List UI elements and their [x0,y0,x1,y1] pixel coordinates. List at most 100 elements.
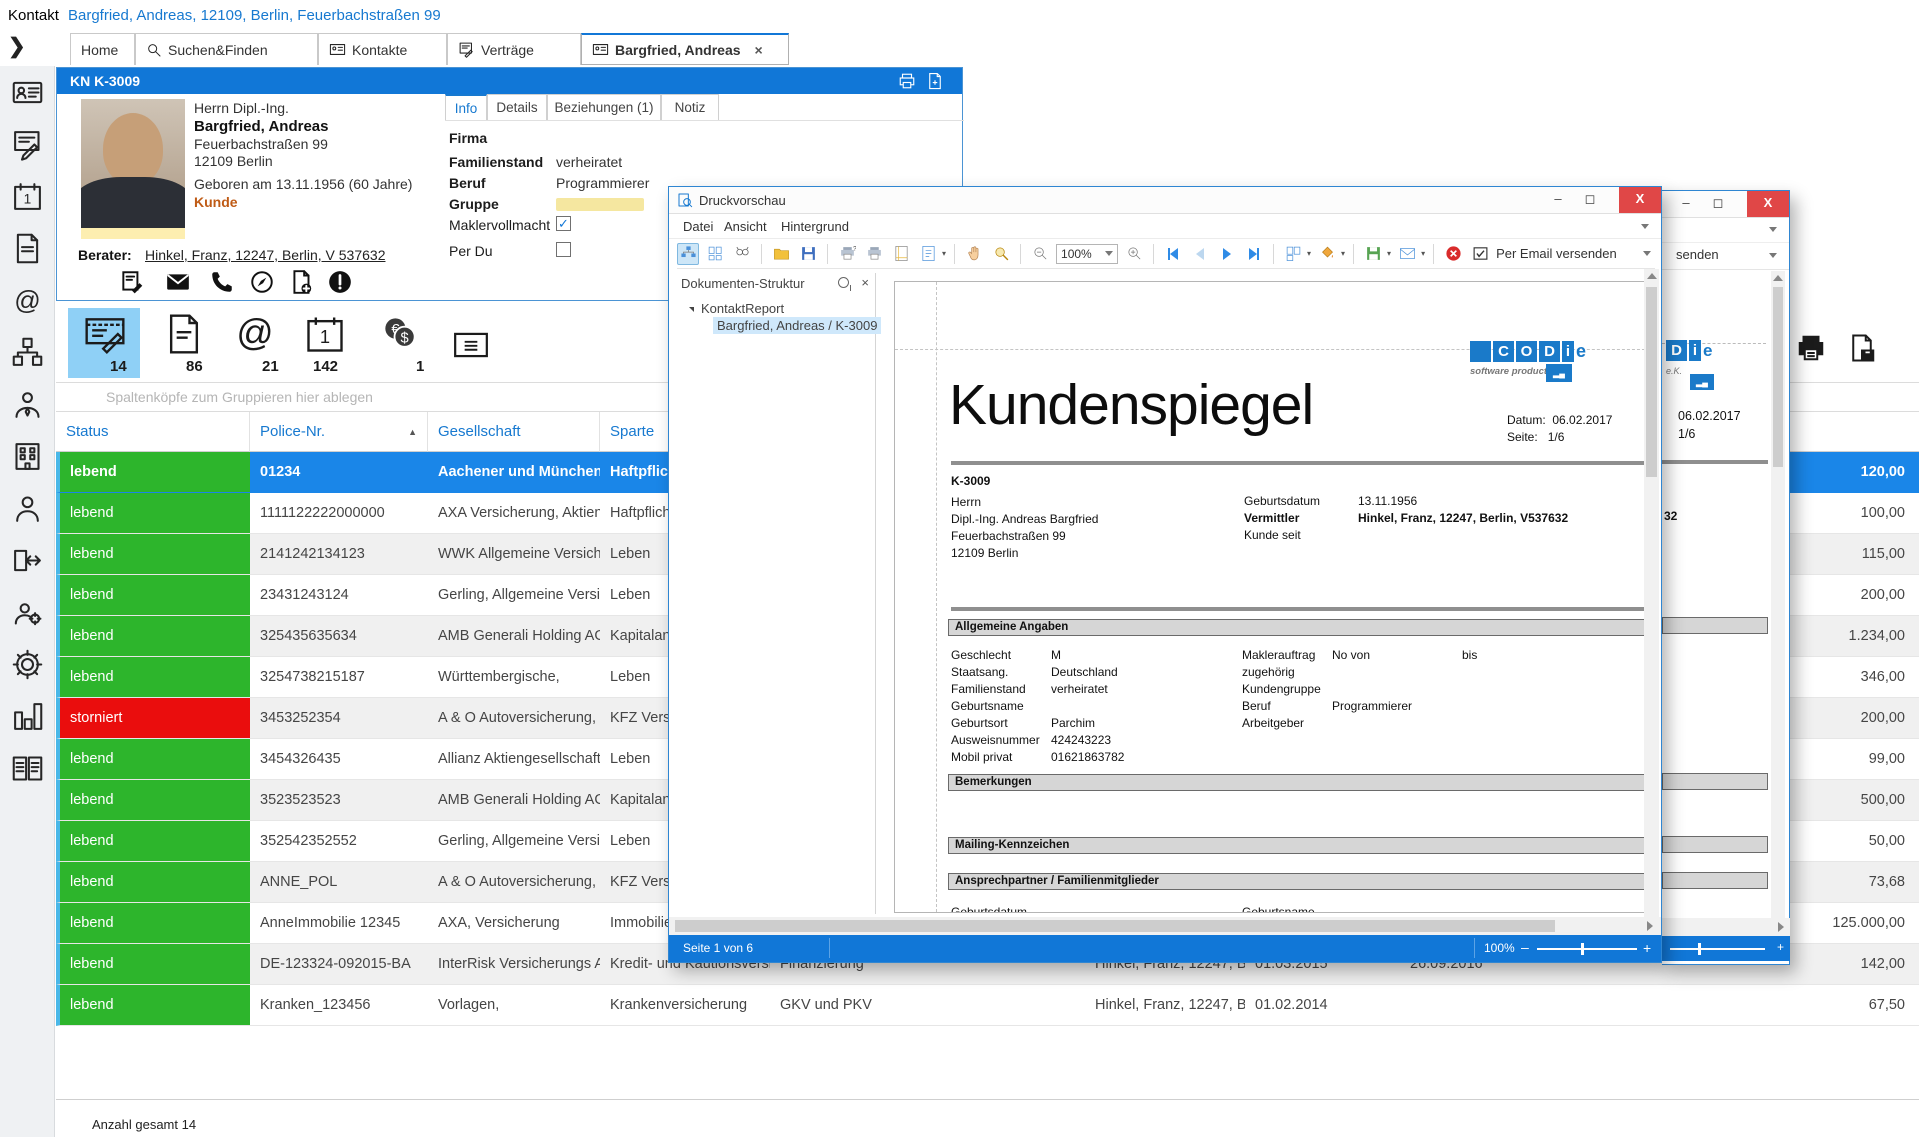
perdu-checkbox[interactable] [556,242,571,257]
dokumente-icon[interactable] [162,312,206,356]
next-page-button[interactable] [1216,243,1238,265]
cell-gesellschaft[interactable]: Gerling, Allgemeine Versich... [428,575,600,616]
column-header-gesellschaft[interactable]: Gesellschaft [428,412,600,452]
previous-page-button[interactable] [1189,243,1211,265]
background-color-button[interactable] [1316,243,1338,265]
send-email-button[interactable] [1396,243,1418,265]
edit-contract-icon[interactable] [119,269,145,295]
cell-gesellschaft[interactable]: Württembergische, [428,657,600,698]
maximize-icon[interactable]: ◻ [1575,187,1605,213]
maximize-icon[interactable]: ◻ [1703,191,1733,217]
zoom-level-combobox[interactable]: 100% [1056,243,1119,264]
menu-datei[interactable]: Datei [683,219,713,234]
cell-police-nr[interactable]: Kranken_123456 [250,985,428,1026]
sidebar-item-kontakt[interactable] [0,66,55,118]
tab-close-icon[interactable]: × [755,42,763,58]
cell-status[interactable]: lebend [56,575,250,616]
close-preview-button[interactable] [1442,243,1464,265]
cell-gesellschaft[interactable]: Vorlagen, [428,985,600,1026]
berater-link[interactable]: Hinkel, Franz, 12247, Berlin, V 537632 [145,247,385,263]
cell-police-nr[interactable]: 3523523523 [250,780,428,821]
hand-tool-button[interactable] [963,243,985,265]
contact-tab-details[interactable]: Details [487,94,547,121]
email-icon[interactable] [165,269,191,295]
cell-status[interactable]: lebend [56,903,250,944]
table-row[interactable]: lebend Kranken_123456 Vorlagen, Krankenvers… [56,985,1919,1026]
export-list-icon[interactable] [1845,333,1879,363]
cell-gesellschaft[interactable]: AXA, Versicherung [428,903,600,944]
magnifier-button[interactable] [990,243,1012,265]
search-button[interactable] [731,243,753,265]
contact-tab-beziehungen[interactable]: Beziehungen (1) [547,94,661,121]
phone-icon[interactable] [209,269,235,295]
cell-gesellschaft[interactable]: InterRisk Versicherungs AG, [428,944,600,985]
cell-gesellschaft[interactable]: Aachener und Münchener, [428,452,600,493]
last-page-button[interactable] [1243,243,1265,265]
menu-ansicht[interactable]: Ansicht [724,219,767,234]
tree-node-selected[interactable]: Bargfried, Andreas / K-3009 [713,317,882,334]
cell-sparte[interactable]: Krankenversicherung [600,985,770,1026]
sidebar-item-berater[interactable] [0,378,55,430]
cell-police-nr[interactable]: 3254738215187 [250,657,428,698]
cell-police-nr[interactable]: 01234 [250,452,428,493]
open-button[interactable] [770,243,792,265]
cell-status[interactable]: lebend [56,944,250,985]
first-page-button[interactable] [1162,243,1184,265]
rear-window-titlebar[interactable]: – ◻ X [1662,191,1789,218]
column-header-status[interactable]: Status [56,412,250,452]
cell-gesellschaft[interactable]: AMB Generali Holding AG, [428,780,600,821]
cell-police-nr[interactable]: 2141242134123 [250,534,428,575]
sidebar-item-export[interactable] [0,534,55,586]
preview-vscrollbar[interactable] [1644,269,1659,917]
print-icon[interactable] [898,72,916,90]
cell-gesellschaft[interactable]: AXA Versicherung, Aktienge... [428,493,600,534]
zoom-plus[interactable]: + [1643,940,1651,956]
tab-kontakte[interactable]: Kontakte [318,33,447,65]
menu-hintergrund[interactable]: Hintergrund [781,219,849,234]
per-email-label[interactable]: Per Email versenden [1496,246,1617,261]
chevron-down-icon[interactable] [1769,227,1777,232]
cell-status[interactable]: lebend [56,657,250,698]
minimize-icon[interactable]: – [1671,191,1701,217]
cell-police-nr[interactable]: 3453252354 [250,698,428,739]
cell-vermittler[interactable]: Hinkel, Franz, 12247, Berli... [1085,985,1245,1026]
cell-status[interactable]: lebend [56,739,250,780]
contact-photo[interactable] [81,99,185,239]
cell-police-nr[interactable]: AnneImmobilie 12345 [250,903,428,944]
sidebar-item-email[interactable]: @ [0,274,55,326]
cell-gesellschaft[interactable]: A & O Autoversicherung, Ol... [428,698,600,739]
alert-icon[interactable] [327,269,353,295]
sidebar-item-einstellungen[interactable] [0,638,55,690]
tree-expand-icon[interactable] [689,307,694,312]
rear-hscrollbar[interactable] [1662,918,1790,936]
zoom-in-button[interactable] [1123,243,1145,265]
close-icon[interactable]: X [1619,187,1661,213]
contact-tab-notiz[interactable]: Notiz [661,94,719,121]
cell-status[interactable]: lebend [56,452,250,493]
chevron-down-icon[interactable] [1643,251,1651,256]
sidebar-item-kalender[interactable]: 1 [0,170,55,222]
tab-suchen-finden[interactable]: Suchen&Finden [135,33,318,65]
sidebar-item-struktur[interactable] [0,326,55,378]
cell-gesellschaft[interactable]: Allianz Aktiengesellschaft, [428,739,600,780]
cell-status[interactable]: lebend [56,616,250,657]
quick-print-button[interactable] [863,243,885,265]
cell-status[interactable]: lebend [56,862,250,903]
cell-betrag[interactable]: 67,50 [1570,985,1919,1026]
rear-scrollbar[interactable] [1771,271,1785,936]
add-document-icon[interactable] [289,269,315,295]
sidebar-item-statistik[interactable] [0,690,55,742]
tab-vertraege[interactable]: Verträge [447,33,581,65]
cell-gesellschaft[interactable]: A & O Autoversicherung, Ol... [428,862,600,903]
sidebar-item-vertrag[interactable] [0,118,55,170]
cell-police-nr[interactable]: 3454326435 [250,739,428,780]
cell-beginn[interactable]: 01.02.2014 [1245,985,1400,1026]
termine-icon[interactable]: 1 [303,312,347,356]
chevron-down-icon[interactable] [1769,253,1777,258]
thumbnails-button[interactable] [704,243,726,265]
zoom-minus[interactable]: – [1521,939,1529,955]
cell-police-nr[interactable]: ANNE_POL [250,862,428,903]
sidebar-item-person[interactable] [0,482,55,534]
tab-home[interactable]: Home [70,33,135,65]
cell-police-nr[interactable]: 1111122222000000 [250,493,428,534]
